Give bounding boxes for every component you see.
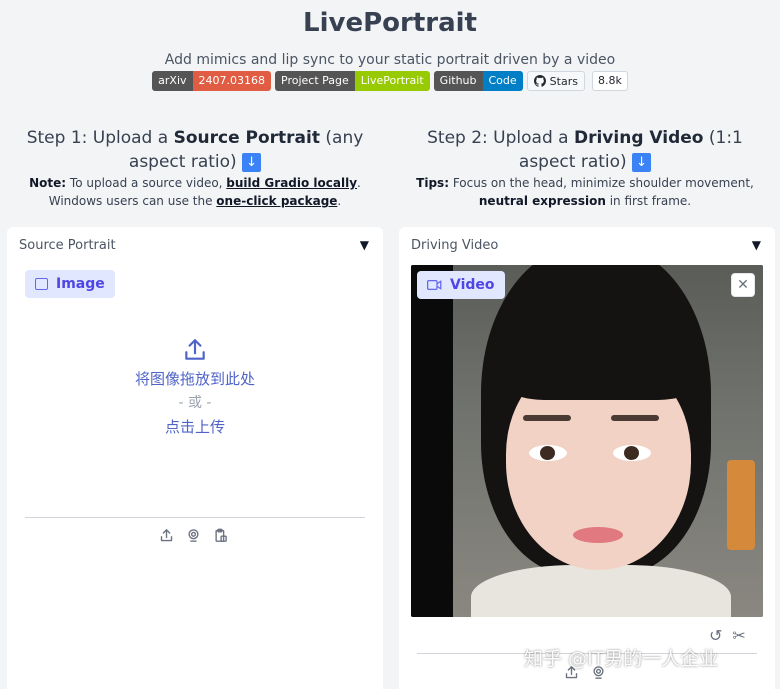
project-badge-value: LivePortrait [354,71,430,91]
step2-prefix: Step 2: Upload a [427,128,574,148]
image-drop-zone[interactable]: 将图像拖放到此处 - 或 - 点击上传 [7,337,383,439]
drop-text: 将图像拖放到此处 [134,370,255,388]
app-subtitle: Add mimics and lip sync to your static p… [164,52,616,68]
project-page-badge[interactable]: Project Page LivePortrait [275,71,430,91]
image-chip-label: Image [56,276,105,292]
step1-note: Note: To upload a source video, build Gr… [0,174,390,210]
video-icon [427,280,442,290]
down-arrow-icon: ↓ [632,153,652,172]
click-to-upload-text[interactable]: 点击上传 [7,415,383,439]
step1-bold: Source Portrait [173,128,320,148]
video-subject-eye [529,445,567,461]
tips-bold: neutral expression [478,194,606,208]
watermark: 知乎 @IT男的一人企业 [524,648,719,670]
video-subject-brow [523,415,571,421]
upload-icon[interactable] [159,528,174,543]
note-text: To upload a source video, [66,176,227,190]
close-icon[interactable]: ✕ [731,273,755,297]
tips-text: in first frame. [605,194,692,208]
webcam-icon[interactable] [186,528,201,543]
project-badge-label: Project Page [275,71,355,91]
source-portrait-label: Source Portrait [19,238,116,253]
step1-prefix: Step 1: Upload a [26,128,174,148]
driving-video-panel: Driving Video ▼ Video ✕ ↺ ✂ [399,227,775,689]
step2-bold: Driving Video [573,128,704,148]
step1-heading: Step 1: Upload a Source Portrait (any as… [0,126,390,174]
video-chip-label: Video [450,277,495,293]
divider [25,517,365,518]
upload-icon [7,337,383,367]
collapse-caret-icon[interactable]: ▼ [752,238,761,252]
or-text: - 或 - [178,395,212,411]
app-title: LivePortrait [303,8,477,38]
down-arrow-icon: ↓ [242,153,262,172]
video-letterbox [411,265,453,617]
driving-video-player[interactable]: Video ✕ [411,265,763,617]
badge-row: arXiv 2407.03168 Project Page LivePortra… [0,71,780,91]
image-icon [35,278,48,290]
arxiv-badge[interactable]: arXiv 2407.03168 [152,71,271,91]
github-badge-label: Github [433,71,483,91]
one-click-package-link[interactable]: one-click package [216,194,337,208]
clipboard-icon[interactable] [213,528,228,543]
step2-tips: Tips: Focus on the head, minimize should… [390,174,780,210]
video-source-chip[interactable]: Video [417,271,505,299]
github-icon [533,75,546,87]
tips-label: Tips: [416,176,449,190]
undo-icon[interactable]: ↺ [709,626,722,645]
step2-heading: Step 2: Upload a Driving Video (1:1 aspe… [390,126,780,174]
source-portrait-panel: Source Portrait ▼ Image 将图像拖放到此处 - 或 - 点… [7,227,383,689]
video-subject-body [471,565,731,617]
arxiv-badge-value: 2407.03168 [192,71,271,91]
stars-label: Stars [549,74,578,88]
stars-count[interactable]: 8.8k [591,71,628,91]
arxiv-badge-label: arXiv [152,71,193,91]
note-text: . [337,194,342,208]
tips-text: Focus on the head, minimize shoulder mov… [449,176,754,190]
image-source-chip[interactable]: Image [25,270,115,298]
source-toolbar [159,528,228,543]
video-subject-eye [613,445,651,461]
github-badge-value: Code [482,71,523,91]
video-subject-lips [573,527,623,543]
driving-video-label: Driving Video [411,238,499,253]
note-label: Note: [29,176,67,190]
video-background-object [727,460,755,550]
github-stars-button[interactable]: Stars [526,71,585,91]
video-subject-brow [611,415,659,421]
video-edit-toolbar: ↺ ✂ [709,626,746,645]
build-gradio-link[interactable]: build Gradio locally [226,176,357,190]
collapse-caret-icon[interactable]: ▼ [360,238,369,252]
trim-icon[interactable]: ✂ [732,626,745,645]
github-badge[interactable]: Github Code [433,71,523,91]
